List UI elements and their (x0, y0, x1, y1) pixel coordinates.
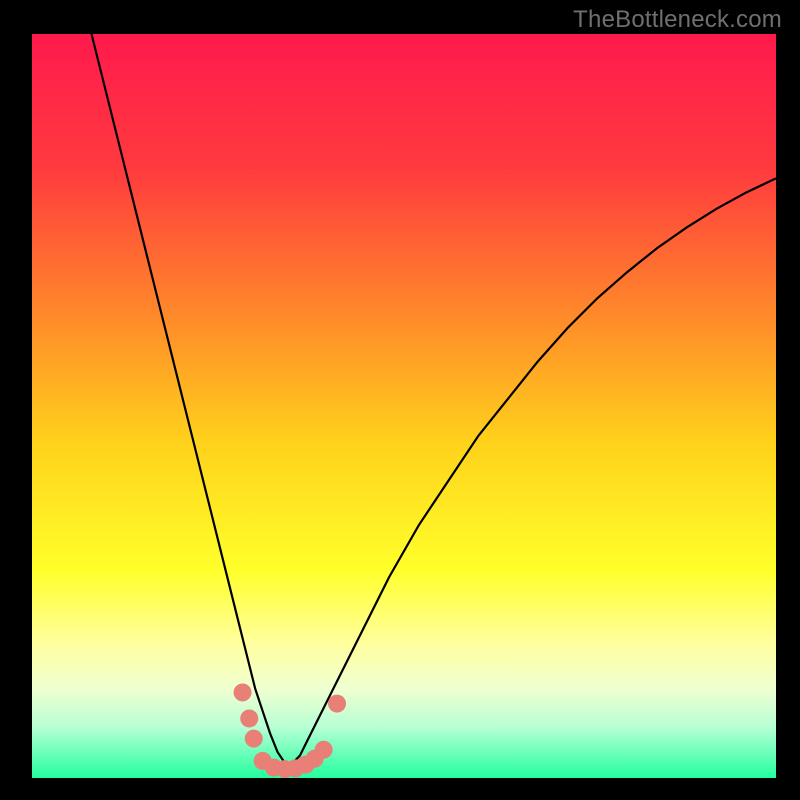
highlight-dot (315, 741, 333, 759)
highlight-dot (245, 730, 263, 748)
chart-stage: TheBottleneck.com (0, 0, 800, 800)
chart-svg (0, 0, 800, 800)
highlight-dot (234, 683, 252, 701)
gradient-background (32, 34, 776, 778)
highlight-dot (240, 709, 258, 727)
watermark-text: TheBottleneck.com (573, 6, 782, 34)
highlight-dot (328, 695, 346, 713)
